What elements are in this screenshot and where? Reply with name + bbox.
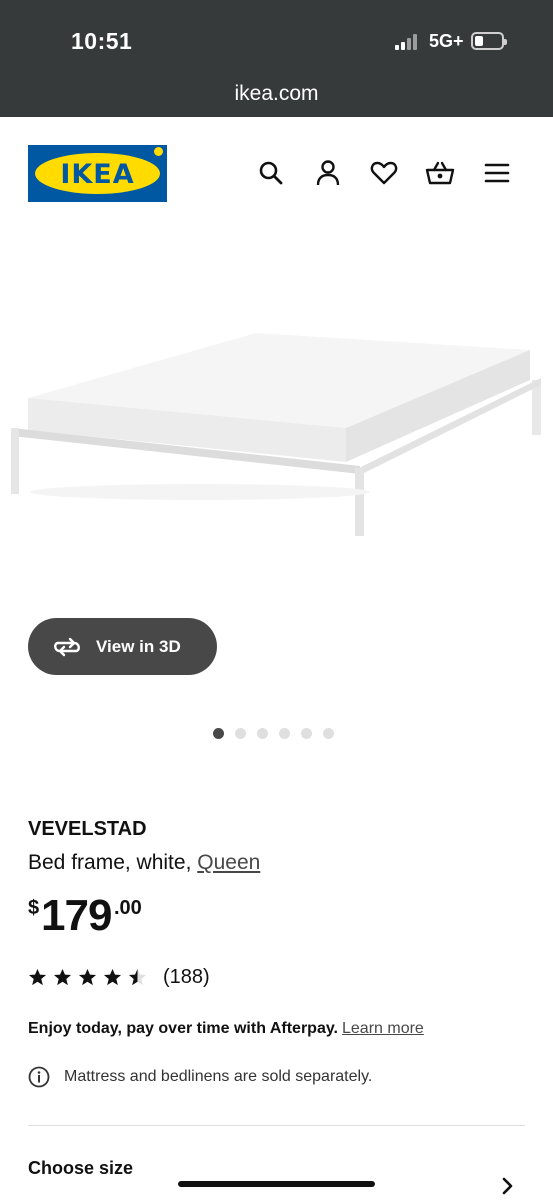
network-label: 5G+: [429, 31, 464, 51]
carousel-dot-active[interactable]: [213, 728, 224, 739]
review-count: (188): [163, 966, 210, 988]
rotate-3d-icon: [54, 637, 80, 656]
afterpay-text: Enjoy today, pay over time with Afterpay…: [28, 1020, 338, 1037]
product-image[interactable]: [0, 230, 553, 610]
star-full-icon: [78, 968, 97, 986]
notice-text: Mattress and bedlinens are sold separate…: [64, 1068, 373, 1085]
price-currency: $: [28, 897, 40, 919]
url-bar[interactable]: ikea.com: [0, 82, 553, 106]
carousel-dot[interactable]: [279, 728, 290, 739]
star-half-icon: [128, 968, 147, 986]
menu-icon[interactable]: [481, 157, 513, 189]
search-icon[interactable]: [255, 157, 287, 189]
star-full-icon: [103, 968, 122, 986]
basket-icon[interactable]: [424, 157, 456, 189]
carousel-dot[interactable]: [235, 728, 246, 739]
price-decimal: .00: [114, 897, 142, 919]
carousel-dot[interactable]: [301, 728, 312, 739]
battery-icon: [471, 32, 507, 50]
account-icon[interactable]: [312, 157, 344, 189]
registered-mark: [154, 147, 163, 156]
browser-top-bar: 10:51 5G+ ikea.com: [0, 0, 553, 117]
info-icon: [28, 1066, 50, 1088]
afterpay-message: Enjoy today, pay over time with Afterpay…: [28, 1020, 424, 1038]
size-link[interactable]: Queen: [197, 851, 260, 874]
product-rating[interactable]: (188): [28, 966, 210, 989]
mattress-notice: Mattress and bedlinens are sold separate…: [28, 1066, 372, 1088]
product-description-text: Bed frame, white,: [28, 851, 198, 874]
star-full-icon: [53, 968, 72, 986]
carousel-dot[interactable]: [323, 728, 334, 739]
status-time: 10:51: [71, 28, 133, 54]
heart-icon[interactable]: [368, 157, 400, 189]
home-indicator: [178, 1181, 375, 1187]
product-name: VEVELSTAD: [28, 818, 147, 840]
view-in-3d-label: View in 3D: [96, 636, 181, 656]
chevron-right-icon[interactable]: [497, 1176, 517, 1196]
product-description: Bed frame, white, Queen: [28, 851, 260, 875]
price-whole: 179: [41, 891, 112, 940]
logo-text: IKEA: [60, 159, 135, 190]
star-full-icon: [28, 968, 47, 986]
ikea-logo[interactable]: IKEA: [28, 145, 167, 202]
view-in-3d-button[interactable]: View in 3D: [28, 618, 217, 675]
carousel-dots: [213, 728, 334, 739]
learn-more-link[interactable]: Learn more: [342, 1020, 424, 1037]
divider: [28, 1125, 525, 1126]
signal-icon: [395, 34, 421, 50]
choose-size-label[interactable]: Choose size: [28, 1158, 133, 1179]
carousel-dot[interactable]: [257, 728, 268, 739]
